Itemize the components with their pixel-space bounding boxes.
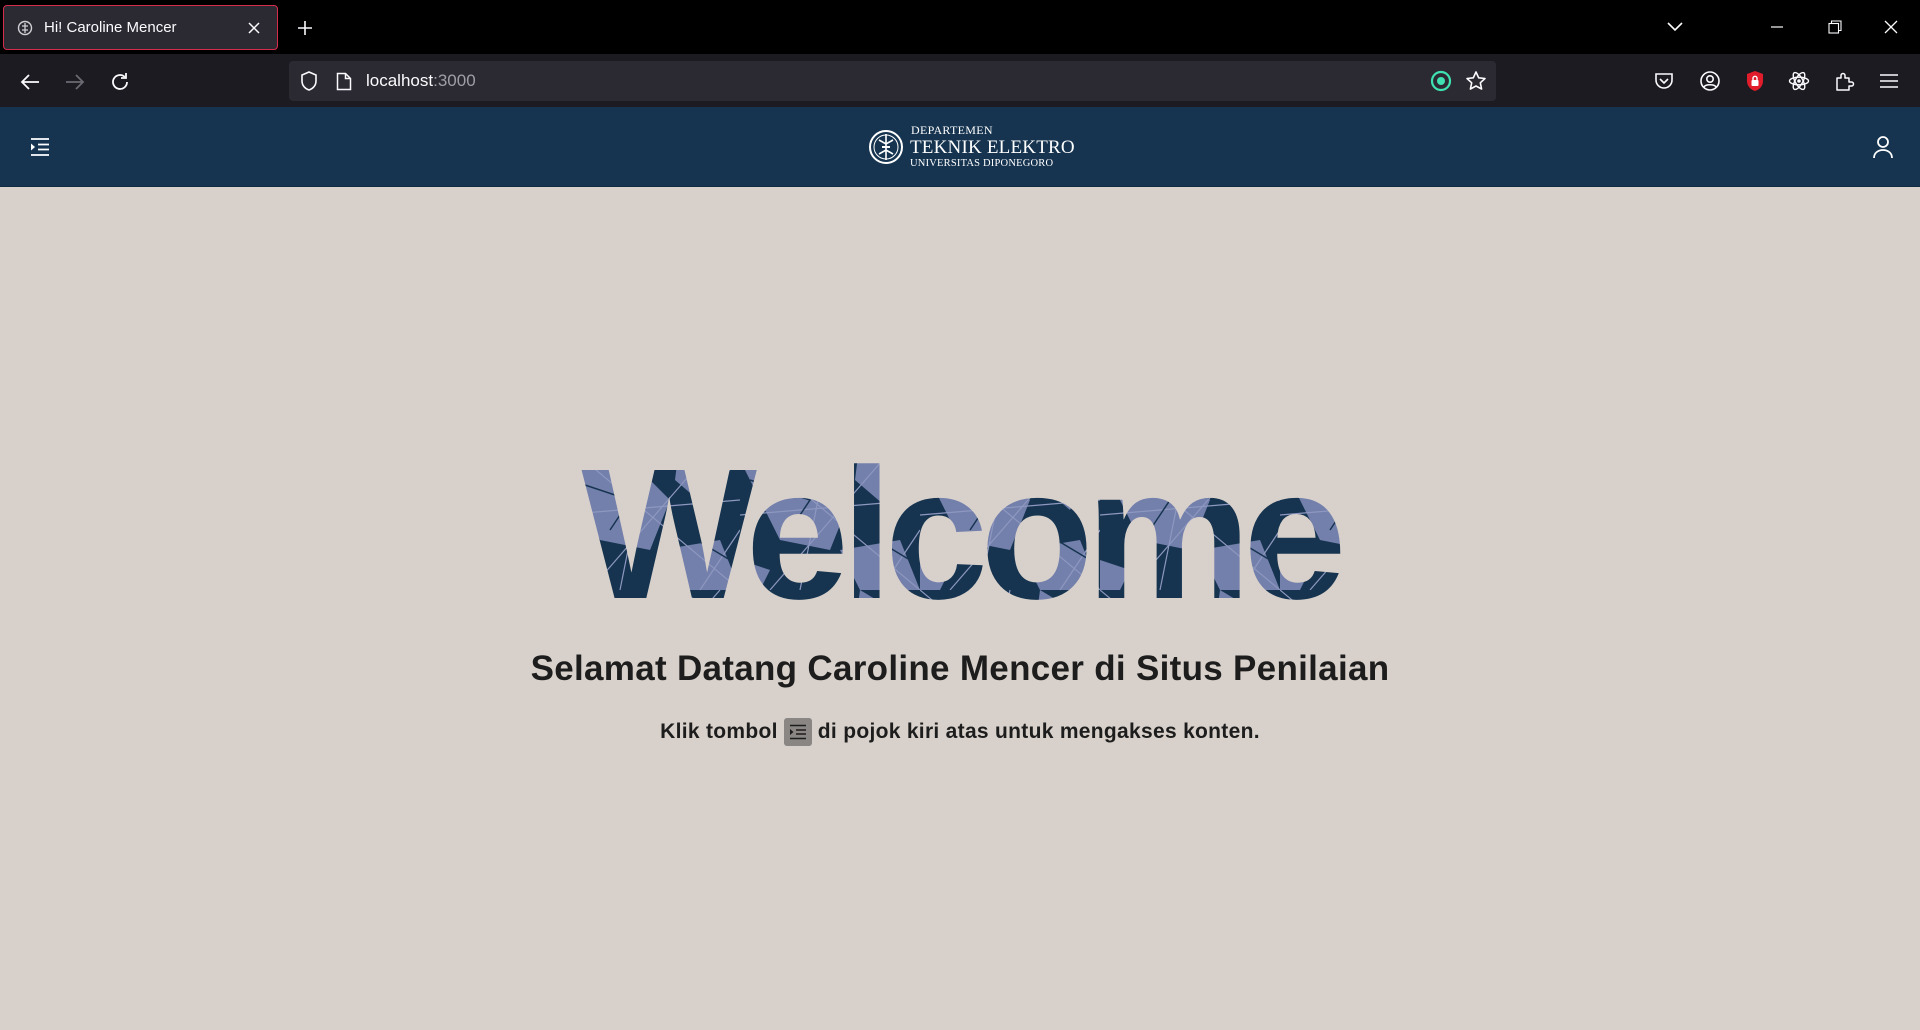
- app-menu-hamburger-icon[interactable]: [1876, 68, 1902, 94]
- welcome-text: Welcome: [581, 440, 1341, 620]
- user-profile-button[interactable]: [1867, 131, 1899, 163]
- app-header: DEPARTEMEN TEKNIK ELEKTRO UNIVERSITAS DI…: [0, 107, 1920, 187]
- react-devtools-icon[interactable]: [1786, 68, 1812, 94]
- user-icon: [1873, 136, 1893, 159]
- password-manager-lock-icon[interactable]: [1742, 68, 1768, 94]
- minimize-window-icon[interactable]: [1762, 12, 1792, 42]
- welcome-subtitle: Selamat Datang Caroline Mencer di Situs …: [530, 649, 1390, 688]
- site-logo[interactable]: DEPARTEMEN TEKNIK ELEKTRO UNIVERSITAS DI…: [868, 123, 1075, 171]
- back-arrow-icon[interactable]: [14, 66, 46, 98]
- close-window-icon[interactable]: [1876, 12, 1906, 42]
- brand-text: DEPARTEMEN TEKNIK ELEKTRO UNIVERSITAS DI…: [910, 124, 1075, 170]
- browser-tab-strip: Hi! Caroline Mencer: [0, 0, 1920, 54]
- pocket-icon[interactable]: [1651, 68, 1677, 94]
- browser-navigation-bar: localhost:3000: [0, 54, 1920, 107]
- extensions-puzzle-icon[interactable]: [1832, 68, 1858, 94]
- inline-indent-menu-icon: [783, 718, 812, 746]
- extension-green-circle-icon[interactable]: [1429, 69, 1453, 93]
- tab-title: Hi! Caroline Mencer: [44, 19, 177, 36]
- restore-window-icon[interactable]: [1820, 12, 1850, 42]
- url-text: localhost:3000: [366, 71, 476, 91]
- list-all-tabs-chevron-down-icon[interactable]: [1660, 12, 1690, 42]
- bookmark-star-icon[interactable]: [1464, 69, 1488, 93]
- tracking-protection-shield-icon[interactable]: [297, 69, 321, 93]
- welcome-heading: Welcome: [581, 440, 1349, 620]
- url-host: localhost: [366, 71, 434, 90]
- sidebar-toggle-button[interactable]: [24, 131, 56, 163]
- brand-line-department-name: TEKNIK ELEKTRO: [910, 137, 1075, 159]
- close-tab-icon[interactable]: [243, 17, 265, 39]
- brand-line-university: UNIVERSITAS DIPONEGORO: [910, 158, 1054, 170]
- new-tab-button[interactable]: [291, 14, 319, 42]
- site-favicon-icon: [16, 19, 34, 37]
- account-icon[interactable]: [1697, 68, 1723, 94]
- forward-arrow-icon[interactable]: [59, 66, 91, 98]
- navigation-hint: Klik tombol di pojok kiri atas untuk men…: [0, 718, 1920, 746]
- undip-emblem-icon: [869, 130, 903, 164]
- brand-line-department: DEPARTEMEN: [911, 123, 993, 138]
- url-port: :3000: [433, 71, 476, 90]
- indent-menu-icon: [31, 138, 49, 156]
- page-info-icon[interactable]: [333, 70, 355, 92]
- address-bar[interactable]: localhost:3000: [289, 61, 1496, 101]
- hint-text-after: di pojok kiri atas untuk mengakses konte…: [817, 720, 1260, 743]
- hint-text-before: Klik tombol: [660, 720, 778, 743]
- reload-icon[interactable]: [104, 66, 136, 98]
- browser-tab[interactable]: Hi! Caroline Mencer: [3, 5, 278, 50]
